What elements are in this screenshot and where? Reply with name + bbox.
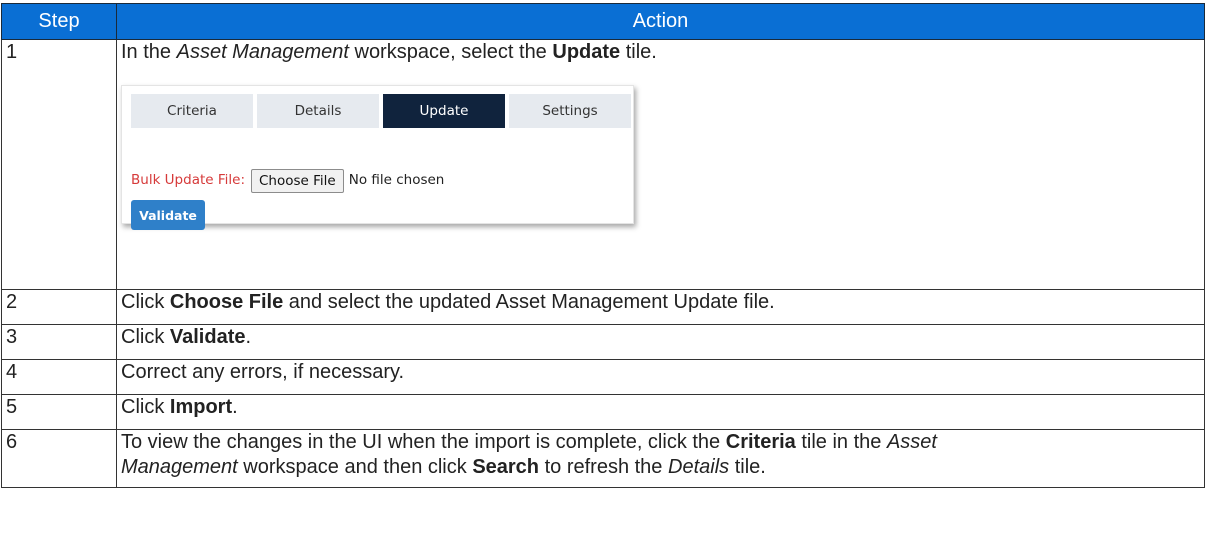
step-action: Correct any errors, if necessary.	[116, 359, 1205, 395]
validate-button[interactable]: Validate	[131, 200, 205, 230]
step-text: In the Asset Management workspace, selec…	[121, 41, 657, 63]
header-action: Action	[116, 3, 1205, 40]
tab-settings[interactable]: Settings	[509, 94, 631, 128]
step-number: 3	[1, 324, 117, 360]
step-action: In the Asset Management workspace, selec…	[116, 39, 1205, 290]
bulk-update-label: Bulk Update File:	[131, 172, 245, 188]
bulk-update-row: Bulk Update File: Choose File No file ch…	[131, 168, 444, 193]
step-action: Click Import.	[116, 394, 1205, 430]
tile-tabs: Criteria Details Update Settings	[131, 94, 635, 128]
update-tile-screenshot: Criteria Details Update Settings Bulk Up…	[121, 85, 635, 230]
table-row: 2 Click Choose File and select the updat…	[1, 289, 1205, 325]
table-header-row: Step Action	[1, 3, 1205, 40]
table-row: 4 Correct any errors, if necessary.	[1, 359, 1205, 395]
table-row: 3 Click Validate.	[1, 324, 1205, 360]
step-action: Click Choose File and select the updated…	[116, 289, 1205, 325]
choose-file-button[interactable]: Choose File	[251, 168, 344, 193]
no-file-text: No file chosen	[348, 172, 445, 188]
step-number: 5	[1, 394, 117, 430]
table-row: 5 Click Import.	[1, 394, 1205, 430]
step-action: Click Validate.	[116, 324, 1205, 360]
tab-criteria[interactable]: Criteria	[131, 94, 253, 128]
step-number: 4	[1, 359, 117, 395]
table-row: 6 To view the changes in the UI when the…	[1, 429, 1205, 488]
step-number: 1	[1, 39, 117, 290]
header-step: Step	[1, 3, 117, 40]
step-action: To view the changes in the UI when the i…	[116, 429, 1205, 488]
tab-details[interactable]: Details	[257, 94, 379, 128]
step-number: 6	[1, 429, 117, 488]
step-number: 2	[1, 289, 117, 325]
table-row: 1 In the Asset Management workspace, sel…	[1, 39, 1205, 290]
procedure-table: Step Action 1 In the Asset Management wo…	[1, 3, 1205, 488]
tab-update[interactable]: Update	[383, 94, 505, 128]
